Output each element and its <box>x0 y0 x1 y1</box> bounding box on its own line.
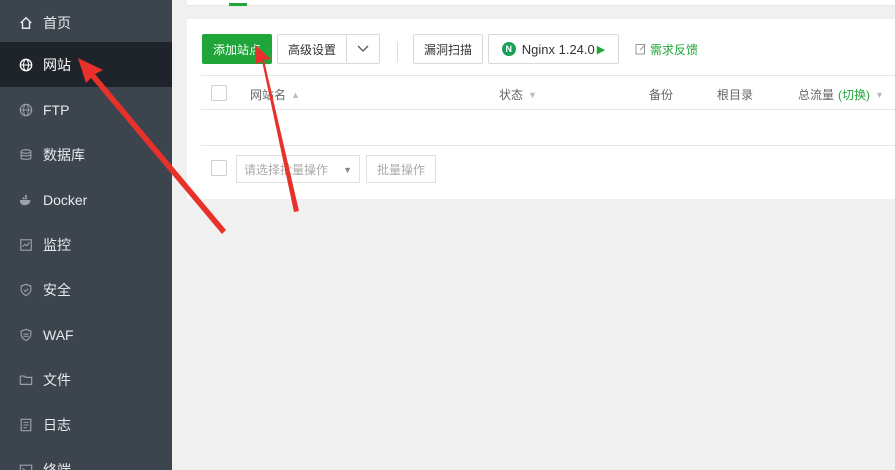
sidebar-item-label: 网站 <box>43 56 71 73</box>
empty-table-row <box>201 110 895 146</box>
sidebar-item-monitor[interactable]: 监控 <box>0 222 172 267</box>
select-all-checkbox[interactable] <box>211 85 227 101</box>
site-table-header: 网站名 ▲ 状态 ▼ 备份 根目录 总流量 (切换) ▼ <box>201 75 895 110</box>
sort-asc-icon: ▲ <box>291 89 300 100</box>
sidebar: 首页 网站 FTP 数据库 Docker 监控 安全 WAF 文件 日志 终端 <box>0 0 172 470</box>
sidebar-item-docker[interactable]: Docker <box>0 177 172 222</box>
column-remark: 备份 <box>649 86 673 103</box>
sidebar-item-home[interactable]: 首页 <box>0 0 172 45</box>
sidebar-item-terminal[interactable]: 终端 <box>0 447 172 470</box>
sidebar-item-label: 文件 <box>43 371 71 388</box>
feedback-label: 需求反馈 <box>650 42 699 57</box>
play-icon: ▶ <box>596 43 606 56</box>
sidebar-item-logs[interactable]: 日志 <box>0 402 172 447</box>
sidebar-item-label: 监控 <box>43 236 71 253</box>
caret-down-icon: ▼ <box>343 165 352 175</box>
folder-icon <box>18 372 34 388</box>
batch-select-checkbox[interactable] <box>211 160 227 176</box>
sort-desc-icon: ▼ <box>528 89 537 100</box>
advanced-settings-button[interactable]: 高级设置 <box>277 34 347 64</box>
column-label: 备份 <box>649 88 674 102</box>
home-icon <box>18 15 34 31</box>
sidebar-item-label: Docker <box>43 191 88 208</box>
advanced-dropdown-button[interactable] <box>346 34 380 64</box>
log-icon <box>18 417 34 433</box>
add-site-button[interactable]: 添加站点 <box>202 34 272 64</box>
sidebar-item-database[interactable]: 数据库 <box>0 132 172 177</box>
terminal-icon <box>18 462 34 470</box>
nginx-button[interactable]: N Nginx 1.24.0 ▶ <box>488 34 619 64</box>
traffic-switch-link[interactable]: (切换) <box>838 86 870 103</box>
column-label: 状态 <box>499 88 524 102</box>
globe-icon <box>18 57 34 73</box>
column-site-name[interactable]: 网站名 ▲ <box>250 86 300 103</box>
sidebar-item-files[interactable]: 文件 <box>0 357 172 402</box>
database-icon <box>18 147 34 163</box>
sidebar-item-label: 终端 <box>43 461 71 470</box>
sidebar-item-label: 安全 <box>43 281 71 298</box>
active-tab-indicator <box>229 3 247 6</box>
nginx-version-label: Nginx 1.24.0 <box>521 41 595 57</box>
shield-icon <box>18 282 34 298</box>
waf-shield-icon <box>18 327 34 343</box>
monitor-icon <box>18 237 34 253</box>
column-root-dir: 根目录 <box>717 86 753 103</box>
batch-operation-button[interactable]: 批量操作 <box>366 155 436 183</box>
column-total-traffic[interactable]: 总流量 (切换) ▼ <box>798 86 884 103</box>
feedback-link[interactable]: 需求反馈 <box>635 40 698 58</box>
sidebar-item-label: 首页 <box>43 14 71 31</box>
batch-select-placeholder: 请选择批量操作 <box>244 162 329 177</box>
top-tab-bar <box>187 0 895 6</box>
sort-desc-icon: ▼ <box>875 89 884 100</box>
sidebar-item-label: 日志 <box>43 416 71 433</box>
sidebar-item-ftp[interactable]: FTP <box>0 87 172 132</box>
column-label: 网站名 <box>250 88 287 102</box>
sidebar-item-security[interactable]: 安全 <box>0 267 172 312</box>
batch-operation-select[interactable]: 请选择批量操作 ▼ <box>236 155 360 183</box>
sidebar-item-label: 数据库 <box>43 146 85 163</box>
docker-icon <box>18 192 34 208</box>
chevron-down-icon <box>357 42 369 56</box>
sidebar-item-label: FTP <box>43 101 70 118</box>
column-status[interactable]: 状态 ▼ <box>499 86 537 103</box>
sidebar-item-website[interactable]: 网站 <box>0 42 172 87</box>
column-label: 总流量 <box>798 88 835 102</box>
nginx-icon: N <box>501 42 516 56</box>
sidebar-item-label: WAF <box>43 326 74 343</box>
ftp-globe-icon <box>18 102 34 118</box>
column-label: 根目录 <box>717 88 754 102</box>
sidebar-item-waf[interactable]: WAF <box>0 312 172 357</box>
toolbar-divider <box>397 42 398 62</box>
edit-icon <box>635 44 646 55</box>
vuln-scan-button[interactable]: 漏洞扫描 <box>413 34 483 64</box>
